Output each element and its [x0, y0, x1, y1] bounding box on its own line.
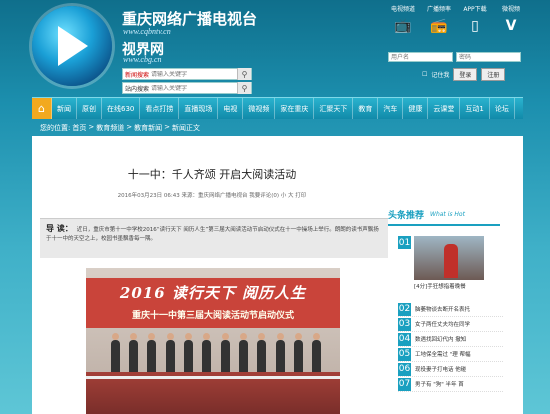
nav-item-home-chongqing[interactable]: 家在重庆 [275, 98, 315, 119]
site-search-box: 站内搜索 ⚲ [122, 82, 252, 94]
site-url-secondary: www.cbg.cn [123, 55, 162, 64]
hot-recommend-title-en: What is Hot [430, 210, 465, 218]
login-form [388, 52, 521, 62]
radio-icon: 📻 [430, 18, 448, 34]
nav-item-online630[interactable]: 在线630 [102, 98, 141, 119]
breadcrumb: 您的位置: 首页 > 教育频道 > 教育新闻 > 新闻正文 [40, 123, 200, 133]
nav-item-news[interactable]: 新闻 [52, 98, 77, 119]
login-button[interactable]: 登录 [453, 68, 478, 81]
article-meta: 2016年03月23日 06:43 来源：重庆网络广播电视台 我要评论(0) 小… [117, 193, 307, 199]
breadcrumb-home[interactable]: 首页 [72, 123, 86, 133]
nav-item-auto[interactable]: 汽车 [378, 98, 404, 119]
news-search-input[interactable] [151, 70, 237, 78]
main-nav: ⌂ 新闻 原创 在线630 看点打捞 直播现场 电视 微视频 家在重庆 汇聚天下… [32, 97, 523, 119]
app-download-link[interactable]: APP下载 ▯ [462, 4, 488, 36]
news-search-box: 新闻搜索 ⚲ [122, 68, 252, 80]
hot-thumbnail[interactable] [414, 236, 484, 280]
list-item[interactable]: 07 男子有 "狗" 半年 首 [398, 377, 503, 392]
rank-badge: 01 [398, 236, 411, 249]
search-icon[interactable]: ⚲ [237, 68, 251, 80]
summary-text: 近日，重庆市第十一中学校2016“读行天下 阅历人生”第三届大阅读活动节启动仪式… [46, 227, 379, 242]
photo-crowd [106, 332, 326, 372]
tv-channel-link[interactable]: 电视频道 📺 [390, 4, 416, 36]
nav-item-highlights[interactable]: 看点打捞 [140, 98, 180, 119]
hot-list: 02 脑萎物谈去断开名表托 03 女子两任丈夫均在同学 04 数遇找回幻代内 撤知 0… [398, 302, 503, 392]
nav-item-education[interactable]: 教育 [353, 98, 379, 119]
photo-banner-text-2: 重庆十一中第三届大阅读活动节启动仪式 [131, 311, 294, 321]
site-search-input[interactable] [151, 84, 237, 92]
radio-link[interactable]: 广播频率 📻 [426, 4, 452, 36]
home-icon[interactable]: ⌂ [32, 98, 52, 119]
password-field[interactable] [456, 52, 521, 62]
remember-label: 记住我 [431, 72, 450, 79]
phone-icon: ▯ [471, 18, 479, 34]
site-url: www.cqbntv.cn [123, 27, 171, 36]
play-icon [58, 26, 88, 66]
nav-item-forum[interactable]: 论坛 [490, 98, 515, 119]
login-actions: ☐ 记住我 登录 注册 [422, 68, 506, 81]
nav-item-micro-video[interactable]: 微视频 [243, 98, 276, 119]
nav-item-world[interactable]: 汇聚天下 [314, 98, 354, 119]
nav-item-health[interactable]: 健康 [403, 98, 429, 119]
v-icon: V [505, 18, 517, 34]
tv-icon: 📺 [394, 18, 412, 34]
micro-video-link[interactable]: 微视频 V [498, 4, 524, 36]
breadcrumb-current: 新闻正文 [171, 124, 200, 132]
top-icon-bar: 电视频道 📺 广播频率 📻 APP下载 ▯ 微视频 V [390, 4, 524, 36]
search-icon[interactable]: ⚲ [237, 82, 251, 94]
site-header: 重庆网络广播电视台 www.cqbntv.cn 视界网 www.cbg.cn 新… [0, 0, 550, 96]
list-item[interactable]: 02 脑萎物谈去断开名表托 [398, 302, 503, 317]
list-item[interactable]: 03 女子两任丈夫均在同学 [398, 317, 503, 332]
site-name: 重庆网络广播电视台 [122, 10, 258, 28]
nav-item-cloud-class[interactable]: 云课堂 [428, 98, 461, 119]
nav-item-interactive[interactable]: 互动1 [460, 98, 490, 119]
site-search-label: 站内搜索 [125, 85, 150, 93]
list-item[interactable]: 05 工地保全需过 "理 帮幅 [398, 347, 503, 362]
list-item[interactable]: 04 数遇找回幻代内 撤知 [398, 332, 503, 347]
article-summary: 导 读： 近日，重庆市第十一中学校2016“读行天下 阅历人生”第三届大阅读活动节… [40, 218, 388, 258]
nav-item-tv[interactable]: 电视 [218, 98, 244, 119]
breadcrumb-education-news[interactable]: 教育新闻 [134, 123, 162, 133]
remember-checkbox[interactable]: ☐ [422, 71, 427, 78]
breadcrumb-education[interactable]: 教育频道 [96, 123, 124, 133]
hot-recommend-panel: 头条推荐 What is Hot 01 [4分]手狂想指着晚餐 02 脑萎物谈去断… [388, 204, 503, 392]
photo-banner-text-1: 2016 读行天下 阅历人生 [119, 284, 307, 302]
list-item[interactable]: 06 现役妻子打电话 他碰 [398, 362, 503, 377]
hot-first-caption[interactable]: [4分]手狂想指着晚餐 [414, 282, 466, 290]
summary-label: 导 读： [46, 224, 73, 233]
article-photo: 2016 读行天下 阅历人生 重庆十一中第三届大阅读活动节启动仪式 [86, 268, 340, 414]
nav-item-live[interactable]: 直播现场 [179, 98, 219, 119]
username-field[interactable] [388, 52, 453, 62]
hot-recommend-title: 头条推荐 [388, 210, 425, 221]
hot-recommend-header: 头条推荐 What is Hot [388, 204, 500, 226]
register-button[interactable]: 注册 [481, 68, 506, 81]
news-search-label: 新闻搜索 [125, 71, 150, 79]
nav-item-original[interactable]: 原创 [77, 98, 102, 119]
hot-first-item[interactable]: 01 [4分]手狂想指着晚餐 [398, 234, 498, 296]
article-title: 十一中：千人齐颂 开启大阅读活动 [127, 168, 297, 181]
